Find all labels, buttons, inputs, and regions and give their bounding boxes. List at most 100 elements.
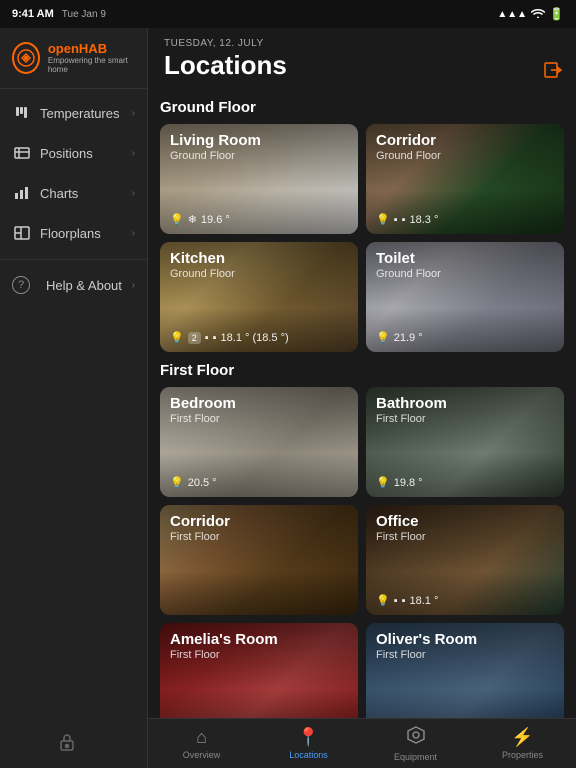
room-card-kitchen[interactable]: Kitchen Ground Floor 💡 2 ▪ ▪ 18.1 ° (18.… — [160, 242, 358, 352]
snowflake-icon-lr: ❄ — [188, 213, 197, 226]
tab-overview[interactable]: ⌂ Overview — [148, 719, 255, 768]
corridor-gf-content: Corridor Ground Floor 💡 ▪ ▪ 18.3 ° — [366, 124, 564, 234]
toilet-header: Toilet Ground Floor — [376, 250, 554, 280]
charts-label: Charts — [40, 186, 132, 201]
corridor-gf-temp: 18.3 ° — [410, 214, 439, 226]
toilet-name: Toilet — [376, 250, 554, 268]
bathroom-temp: 19.8 ° — [394, 477, 423, 489]
bulb-icon-lr: 💡 — [170, 213, 184, 226]
status-date: Tue Jan 9 — [62, 9, 106, 20]
room-card-corridor-gf[interactable]: Corridor Ground Floor 💡 ▪ ▪ 18.3 ° — [366, 124, 564, 234]
bulb-icon-t: 💡 — [376, 331, 390, 344]
sidebar-divider — [0, 259, 147, 260]
kitchen-name: Kitchen — [170, 250, 348, 268]
bathroom-floor: First Floor — [376, 413, 554, 425]
living-room-name: Living Room — [170, 132, 348, 150]
temperatures-label: Temperatures — [40, 106, 132, 121]
properties-tab-label: Properties — [502, 750, 543, 760]
bedroom-content: Bedroom First Floor 💡 20.5 ° — [160, 387, 358, 497]
first-floor-title: First Floor — [160, 362, 564, 379]
toilet-footer: 💡 21.9 ° — [376, 331, 554, 344]
status-icons: ▲▲▲ 🔋 — [497, 7, 564, 21]
room-card-olivers-room[interactable]: Oliver's Room First Floor — [366, 623, 564, 718]
toilet-content: Toilet Ground Floor 💡 21.9 ° — [366, 242, 564, 352]
equipment-tab-label: Equipment — [394, 752, 437, 762]
bulb-icon-bed: 💡 — [170, 476, 184, 489]
locations-tab-icon: 📍 — [297, 727, 319, 748]
office-floor: First Floor — [376, 531, 554, 543]
temperatures-chevron: › — [132, 108, 135, 119]
amelias-room-content: Amelia's Room First Floor — [160, 623, 358, 718]
sidebar-item-positions[interactable]: Positions › — [0, 133, 147, 173]
sidebar: openHAB Empowering the smart home Temper… — [0, 28, 148, 768]
logo-name: openHAB — [48, 42, 135, 56]
bathroom-header: Bathroom First Floor — [376, 395, 554, 425]
bulb-icon-office: 💡 — [376, 594, 390, 607]
olivers-room-floor: First Floor — [376, 649, 554, 661]
room-card-office[interactable]: Office First Floor 💡 ▪ ▪ 18.1 ° — [366, 505, 564, 615]
living-room-header: Living Room Ground Floor — [170, 132, 348, 162]
corridor-ff-header: Corridor First Floor — [170, 513, 348, 543]
help-icon: ? — [12, 276, 30, 294]
office-header: Office First Floor — [376, 513, 554, 543]
toilet-floor: Ground Floor — [376, 268, 554, 280]
plug-icon-k2: ▪ — [213, 332, 217, 344]
content-scroll: Ground Floor Living Room Ground Floor 💡 … — [148, 89, 576, 718]
logout-icon[interactable] — [540, 56, 568, 84]
living-room-content: Living Room Ground Floor 💡 ❄ 19.6 ° — [160, 124, 358, 234]
tab-locations[interactable]: 📍 Locations — [255, 719, 362, 768]
room-card-bathroom[interactable]: Bathroom First Floor 💡 19.8 ° — [366, 387, 564, 497]
tab-properties[interactable]: ⚡ Properties — [469, 719, 576, 768]
bedroom-name: Bedroom — [170, 395, 348, 413]
bulb-icon-bath: 💡 — [376, 476, 390, 489]
olivers-room-content: Oliver's Room First Floor — [366, 623, 564, 718]
floorplans-icon — [12, 223, 32, 243]
wifi-icon — [531, 8, 545, 21]
temperatures-icon — [12, 103, 32, 123]
corridor-ff-name: Corridor — [170, 513, 348, 531]
bedroom-header: Bedroom First Floor — [170, 395, 348, 425]
logo-subtext: Empowering the smart home — [48, 56, 135, 74]
sidebar-item-temperatures[interactable]: Temperatures › — [0, 93, 147, 133]
overview-tab-label: Overview — [183, 750, 221, 760]
corridor-gf-footer: 💡 ▪ ▪ 18.3 ° — [376, 213, 554, 226]
sidebar-nav: Temperatures › Positions › — [0, 89, 147, 768]
date-label: TUESDAY, 12. JULY — [164, 38, 560, 49]
room-card-corridor-ff[interactable]: Corridor First Floor — [160, 505, 358, 615]
kitchen-content: Kitchen Ground Floor 💡 2 ▪ ▪ 18.1 ° (18.… — [160, 242, 358, 352]
living-room-temp: 19.6 ° — [201, 214, 230, 226]
corridor-gf-header: Corridor Ground Floor — [376, 132, 554, 162]
signal-icon: ▲▲▲ — [497, 9, 527, 20]
positions-label: Positions — [40, 146, 132, 161]
bathroom-footer: 💡 19.8 ° — [376, 476, 554, 489]
bulb-icon-k: 💡 — [170, 331, 184, 344]
amelias-room-name: Amelia's Room — [170, 631, 348, 649]
sidebar-item-floorplans[interactable]: Floorplans › — [0, 213, 147, 253]
room-card-living-room[interactable]: Living Room Ground Floor 💡 ❄ 19.6 ° — [160, 124, 358, 234]
lock-icon[interactable] — [58, 733, 76, 756]
olivers-room-name: Oliver's Room — [376, 631, 554, 649]
sidebar-item-help-about[interactable]: ? Help & About › — [0, 266, 147, 304]
positions-chevron: › — [132, 148, 135, 159]
office-footer: 💡 ▪ ▪ 18.1 ° — [376, 594, 554, 607]
olivers-room-header: Oliver's Room First Floor — [376, 631, 554, 661]
room-card-bedroom[interactable]: Bedroom First Floor 💡 20.5 ° — [160, 387, 358, 497]
plug-icon-cgf1: ▪ — [394, 214, 398, 226]
bedroom-floor: First Floor — [170, 413, 348, 425]
bathroom-name: Bathroom — [376, 395, 554, 413]
amelias-room-floor: First Floor — [170, 649, 348, 661]
corridor-ff-floor: First Floor — [170, 531, 348, 543]
room-card-amelias-room[interactable]: Amelia's Room First Floor — [160, 623, 358, 718]
bedroom-footer: 💡 20.5 ° — [170, 476, 348, 489]
kitchen-footer: 💡 2 ▪ ▪ 18.1 ° (18.5 °) — [170, 331, 348, 344]
room-card-toilet[interactable]: Toilet Ground Floor 💡 21.9 ° — [366, 242, 564, 352]
corridor-gf-floor: Ground Floor — [376, 150, 554, 162]
tab-bar: ⌂ Overview 📍 Locations Equipment ⚡ Prope… — [148, 718, 576, 768]
charts-icon — [12, 183, 32, 203]
toilet-temp: 21.9 ° — [394, 332, 423, 344]
ground-floor-title: Ground Floor — [160, 99, 564, 116]
sidebar-item-charts[interactable]: Charts › — [0, 173, 147, 213]
locations-tab-label: Locations — [289, 750, 328, 760]
office-name: Office — [376, 513, 554, 531]
tab-equipment[interactable]: Equipment — [362, 719, 469, 768]
